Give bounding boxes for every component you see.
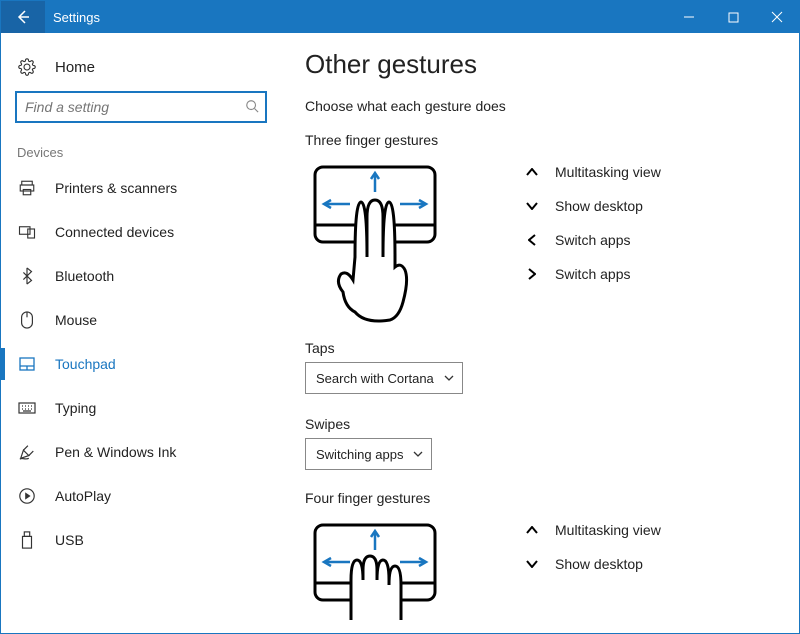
usb-icon (17, 531, 37, 549)
four-finger-header: Four finger gestures (305, 490, 781, 506)
sidebar-item-label: Typing (55, 400, 96, 416)
chevron-left-icon (525, 234, 539, 246)
maximize-button[interactable] (711, 1, 755, 33)
swipes-label: Swipes (305, 416, 781, 432)
home-label: Home (55, 59, 95, 76)
bluetooth-icon (17, 267, 37, 285)
sidebar-item-bluetooth[interactable]: Bluetooth (9, 254, 273, 298)
pen-icon (17, 443, 37, 461)
chevron-down-icon (444, 375, 454, 381)
taps-dropdown[interactable]: Search with Cortana (305, 362, 463, 394)
gesture-down: Show desktop (525, 556, 661, 572)
gesture-up: Multitasking view (525, 164, 661, 180)
dropdown-value: Switching apps (316, 447, 403, 462)
sidebar-item-label: Touchpad (55, 356, 116, 372)
sidebar-item-mouse[interactable]: Mouse (9, 298, 273, 342)
minimize-icon (683, 11, 695, 23)
sidebar-item-label: Connected devices (55, 224, 174, 240)
sidebar-item-label: Mouse (55, 312, 97, 328)
sidebar-item-typing[interactable]: Typing (9, 386, 273, 430)
arrow-left-icon (15, 9, 31, 25)
printer-icon (17, 179, 37, 197)
gesture-label: Multitasking view (555, 164, 661, 180)
gesture-label: Multitasking view (555, 522, 661, 538)
sidebar-item-pen[interactable]: Pen & Windows Ink (9, 430, 273, 474)
sidebar-item-label: USB (55, 532, 84, 548)
mouse-icon (17, 311, 37, 329)
page-description: Choose what each gesture does (305, 98, 781, 114)
chevron-down-icon (525, 560, 539, 568)
chevron-down-icon (525, 202, 539, 210)
gesture-label: Switch apps (555, 232, 630, 248)
chevron-up-icon (525, 168, 539, 176)
sidebar-item-label: Bluetooth (55, 268, 114, 284)
sidebar-group-header: Devices (9, 141, 273, 166)
sidebar-item-usb[interactable]: USB (9, 518, 273, 562)
search-input[interactable] (15, 91, 267, 123)
touchpad-icon (17, 357, 37, 371)
gesture-label: Show desktop (555, 198, 643, 214)
maximize-icon (728, 12, 739, 23)
sidebar-item-connected-devices[interactable]: Connected devices (9, 210, 273, 254)
gesture-label: Show desktop (555, 556, 643, 572)
swipes-dropdown[interactable]: Switching apps (305, 438, 432, 470)
home-button[interactable]: Home (9, 47, 273, 87)
close-button[interactable] (755, 1, 799, 33)
sidebar-item-printers[interactable]: Printers & scanners (9, 166, 273, 210)
chevron-right-icon (525, 268, 539, 280)
content-pane: Other gestures Choose what each gesture … (281, 33, 799, 633)
gesture-label: Switch apps (555, 266, 630, 282)
sidebar-item-autoplay[interactable]: AutoPlay (9, 474, 273, 518)
gesture-up: Multitasking view (525, 522, 661, 538)
search-icon (245, 99, 259, 113)
keyboard-icon (17, 402, 37, 414)
chevron-down-icon (413, 451, 423, 457)
gesture-right: Switch apps (525, 266, 661, 282)
sidebar-item-label: Printers & scanners (55, 180, 177, 196)
window-title: Settings (45, 10, 667, 25)
chevron-up-icon (525, 526, 539, 534)
three-finger-header: Three finger gestures (305, 132, 781, 148)
close-icon (771, 11, 783, 23)
gear-icon (17, 58, 37, 76)
back-button[interactable] (1, 1, 45, 33)
gesture-down: Show desktop (525, 198, 661, 214)
title-bar: Settings (1, 1, 799, 33)
sidebar-item-touchpad[interactable]: Touchpad (9, 342, 273, 386)
gesture-left: Switch apps (525, 232, 661, 248)
autoplay-icon (17, 487, 37, 505)
devices-icon (17, 223, 37, 241)
page-title: Other gestures (305, 49, 781, 80)
sidebar-item-label: Pen & Windows Ink (55, 444, 176, 460)
sidebar: Home Devices Printers & scanners Connect… (1, 33, 281, 633)
dropdown-value: Search with Cortana (316, 371, 434, 386)
taps-label: Taps (305, 340, 781, 356)
four-finger-diagram (305, 520, 465, 620)
sidebar-item-label: AutoPlay (55, 488, 111, 504)
minimize-button[interactable] (667, 1, 711, 33)
three-finger-diagram (305, 162, 465, 332)
